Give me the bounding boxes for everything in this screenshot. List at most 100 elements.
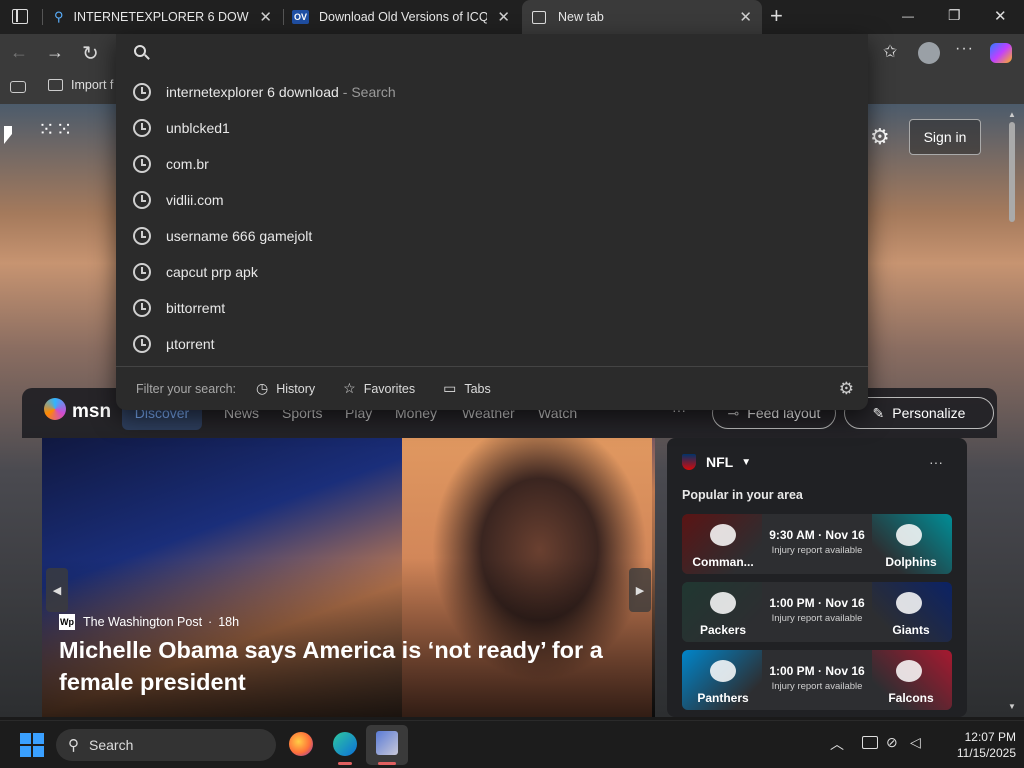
history-icon: [133, 155, 151, 173]
app-icon-running[interactable]: [366, 725, 408, 765]
team-name-right[interactable]: Falcons: [870, 691, 952, 705]
profile-avatar[interactable]: [918, 42, 940, 64]
collections-icon[interactable]: [10, 81, 26, 93]
tab-actions-icon[interactable]: [12, 9, 28, 24]
display-icon[interactable]: [862, 736, 878, 749]
msn-logo[interactable]: msn: [72, 401, 111, 423]
tabs-icon: ▭: [443, 380, 457, 396]
suggestion-text: username 666 gamejolt: [166, 228, 313, 244]
firefox-icon[interactable]: [289, 732, 313, 756]
nfl-game-card[interactable]: Panthers Falcons 1:00 PM · Nov 16 Injury re…: [682, 650, 952, 710]
chevron-up-icon[interactable]: ︿: [830, 734, 844, 754]
scroll-down-icon[interactable]: ▼: [1008, 702, 1016, 711]
team-name-left[interactable]: Panthers: [682, 691, 764, 705]
carousel-next-button[interactable]: ▶: [629, 568, 651, 612]
page-settings-icon[interactable]: ⚙: [870, 124, 890, 150]
filter-favorites-button[interactable]: ☆ Favorites: [343, 380, 415, 397]
forward-icon[interactable]: →: [46, 42, 64, 63]
scroll-thumb[interactable]: [1009, 122, 1015, 222]
network-icon[interactable]: ⊘: [886, 734, 898, 751]
tab-icq[interactable]: OV Download Old Versions of ICQ fo ✕: [286, 0, 520, 34]
close-icon[interactable]: ✕: [487, 8, 520, 26]
settings-more-button[interactable]: ···: [955, 40, 974, 58]
hero-headline[interactable]: Michelle Obama says America is ‘not read…: [59, 634, 619, 698]
search-icon-handle: [144, 54, 150, 60]
brush-icon: ✎: [872, 404, 885, 421]
speaker-icon[interactable]: ◁: [910, 734, 921, 751]
minimize-button[interactable]: —: [902, 9, 914, 23]
team-name-left[interactable]: Packers: [682, 623, 764, 637]
new-tab-button[interactable]: +: [770, 3, 783, 29]
close-window-button[interactable]: ✕: [994, 7, 1007, 25]
tab-title: New tab: [558, 10, 604, 24]
hero-article-card[interactable]: ◀ ▶ Wp The Washington Post · 18h Michell…: [42, 438, 655, 717]
windows-logo-pane: [33, 733, 44, 744]
filter-history-button[interactable]: ◷ History: [256, 380, 315, 397]
suggestion-item[interactable]: bittorremt: [116, 290, 868, 326]
suggestion-settings-icon[interactable]: ⚙: [839, 379, 854, 399]
suggestion-item[interactable]: com.br: [116, 146, 868, 182]
tab-title: Download Old Versions of ICQ fo: [319, 10, 488, 24]
address-input[interactable]: [162, 38, 852, 66]
suggestion-item[interactable]: username 666 gamejolt: [116, 218, 868, 254]
tab-internetexplorer[interactable]: ⚲ INTERNETEXPLORER 6 DOWNLOA ✕: [48, 0, 282, 34]
close-icon[interactable]: ✕: [249, 8, 282, 26]
taskbar-search-label: Search: [89, 737, 134, 753]
injury-report[interactable]: Injury report available: [758, 545, 876, 556]
clock[interactable]: 12:07 PM 11/15/2025: [940, 729, 1016, 761]
suggestion-item[interactable]: capcut prp apk: [116, 254, 868, 290]
game-time: 9:30 AM · Nov 16: [769, 528, 865, 542]
suggestion-item[interactable]: vidlii.com: [116, 182, 868, 218]
history-icon: [133, 191, 151, 209]
suggestion-text: com.br: [166, 156, 209, 172]
edge-icon[interactable]: [333, 732, 357, 756]
suggestion-text: capcut prp apk: [166, 264, 258, 280]
apps-launcher-icon[interactable]: ⁙⁙: [38, 120, 74, 140]
carousel-prev-button[interactable]: ◀: [46, 568, 68, 612]
favorites-star-icon[interactable]: ✩: [883, 42, 897, 62]
history-icon: [133, 83, 151, 101]
copilot-icon[interactable]: [990, 43, 1012, 63]
suggestion-item[interactable]: internetexplorer 6 download - Search: [116, 74, 868, 110]
taskbar-search[interactable]: ⚲ Search: [56, 729, 276, 761]
suggestion-item[interactable]: µtorrent: [116, 326, 868, 362]
article-source[interactable]: Wp The Washington Post · 18h: [59, 614, 239, 630]
team-name-left[interactable]: Comman...: [682, 555, 764, 569]
close-icon[interactable]: ✕: [729, 8, 762, 26]
filter-tabs-button[interactable]: ▭ Tabs: [443, 380, 491, 397]
nfl-more-button[interactable]: ···: [929, 454, 943, 470]
suggestion-text: internetexplorer 6 download: [166, 84, 339, 100]
filter-tabs-label: Tabs: [464, 381, 491, 396]
suggestion-text: µtorrent: [166, 336, 215, 352]
article-age: 18h: [218, 615, 240, 629]
import-favorites-button[interactable]: Import f: [48, 78, 113, 92]
windows-logo-pane: [20, 746, 31, 757]
team-name-right[interactable]: Dolphins: [870, 555, 952, 569]
history-icon: ◷: [256, 380, 269, 396]
new-tab-page-icon: [532, 10, 546, 24]
injury-report[interactable]: Injury report available: [758, 613, 876, 624]
search-icon: ⚲: [54, 9, 64, 24]
nfl-game-card[interactable]: Packers Giants 1:00 PM · Nov 16 Injury repo…: [682, 582, 952, 642]
restore-button[interactable]: ❐: [948, 7, 961, 24]
windows-logo-pane: [33, 746, 44, 757]
suggestion-text: bittorremt: [166, 300, 226, 316]
windows-taskbar: ⚲ Search ︿ ⊘ ◁ 12:07 PM 11/15/2025: [0, 720, 1024, 768]
start-button[interactable]: [20, 733, 44, 757]
suggestion-item[interactable]: unblcked1: [116, 110, 868, 146]
injury-report[interactable]: Injury report available: [758, 681, 876, 692]
team-name-right[interactable]: Giants: [870, 623, 952, 637]
nfl-header[interactable]: NFL ▼: [682, 454, 751, 470]
sign-in-button[interactable]: Sign in: [909, 119, 981, 155]
active-app-indicator: [378, 762, 396, 765]
page-scrollbar[interactable]: ▲ ▼: [1006, 110, 1018, 715]
scroll-up-icon[interactable]: ▲: [1008, 110, 1016, 119]
separator: ·: [208, 615, 213, 629]
tab-new-tab[interactable]: New tab ✕: [522, 0, 762, 34]
refresh-icon[interactable]: ↻: [82, 41, 99, 66]
star-icon: ☆: [343, 380, 356, 396]
nfl-card: NFL ▼ ··· Popular in your area Comman...…: [667, 438, 967, 717]
back-icon[interactable]: ←: [10, 42, 28, 63]
nfl-game-card[interactable]: Comman... Dolphins 9:30 AM · Nov 16 Injury …: [682, 514, 952, 574]
source-name: The Washington Post: [83, 615, 203, 629]
